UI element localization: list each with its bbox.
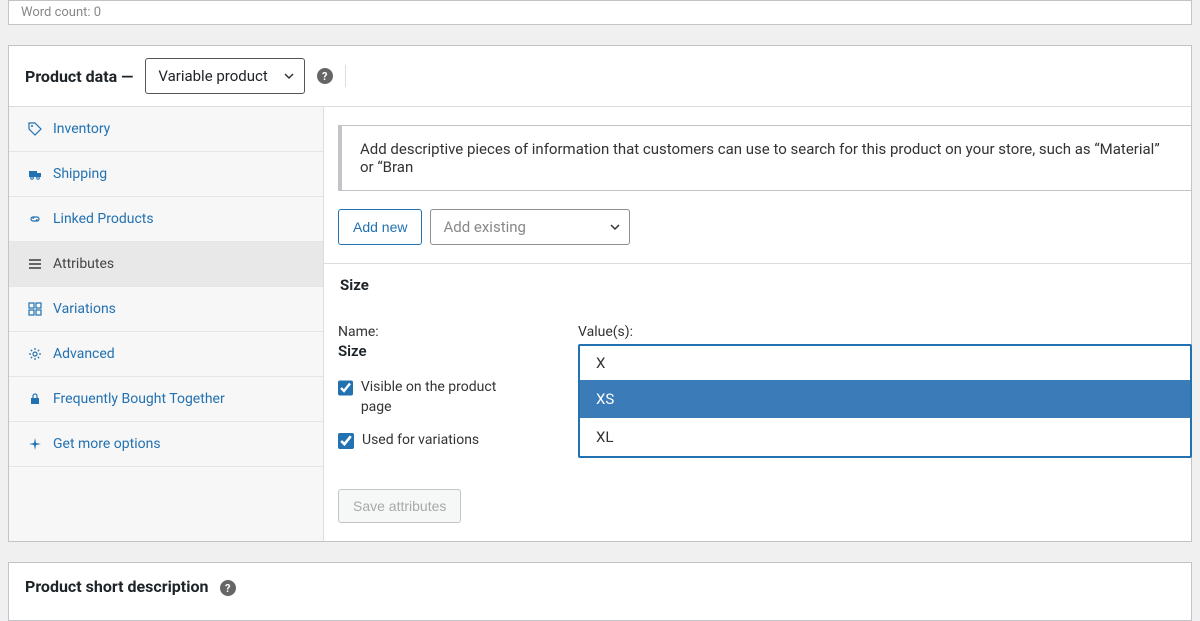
- tab-inventory[interactable]: Inventory: [9, 107, 323, 152]
- attributes-content: Add descriptive pieces of information th…: [324, 107, 1191, 541]
- used-for-variations-row[interactable]: Used for variations: [338, 431, 518, 451]
- tab-get-more-options[interactable]: Get more options: [9, 422, 323, 467]
- side-tabs: Inventory Shipping Linked Products Attri…: [9, 107, 324, 541]
- help-icon[interactable]: ?: [317, 68, 333, 84]
- list-icon: [27, 256, 43, 272]
- tag-icon: [27, 121, 43, 137]
- header-divider: [345, 65, 346, 87]
- truck-icon: [27, 166, 43, 182]
- sparkle-icon: [27, 436, 43, 452]
- used-for-variations-checkbox[interactable]: [338, 433, 354, 449]
- value-search-input[interactable]: X: [580, 346, 1190, 380]
- add-existing-placeholder: Add existing: [443, 210, 609, 244]
- panel-header: Product data — Variable product ?: [9, 46, 1191, 107]
- value-option-xs[interactable]: XS: [580, 380, 1190, 418]
- help-icon[interactable]: ?: [220, 580, 236, 596]
- tab-label: Attributes: [53, 256, 114, 272]
- tab-advanced[interactable]: Advanced: [9, 332, 323, 377]
- panel-body: Inventory Shipping Linked Products Attri…: [9, 107, 1191, 541]
- tab-shipping[interactable]: Shipping: [9, 152, 323, 197]
- used-label: Used for variations: [362, 431, 479, 451]
- values-label: Value(s):: [578, 324, 1191, 340]
- short-description-panel: Product short description ?: [8, 562, 1192, 621]
- tab-attributes[interactable]: Attributes: [9, 242, 323, 287]
- tab-label: Variations: [53, 301, 116, 317]
- chevron-down-icon: [609, 221, 621, 233]
- word-count-bar: Word count: 0: [8, 0, 1192, 25]
- visible-label: Visible on the product page: [361, 378, 518, 417]
- attribute-header[interactable]: Size: [324, 263, 1191, 306]
- tab-variations[interactable]: Variations: [9, 287, 323, 332]
- product-data-panel: Product data — Variable product ? Invent…: [8, 45, 1192, 542]
- notice-text: Add descriptive pieces of information th…: [360, 140, 1160, 176]
- word-count-text: Word count: 0: [21, 5, 101, 20]
- attribute-body: Name: Size Visible on the product page U…: [338, 324, 1191, 465]
- values-dropdown[interactable]: X XS XL: [578, 344, 1192, 458]
- visible-checkbox-row[interactable]: Visible on the product page: [338, 378, 518, 417]
- tab-label: Frequently Bought Together: [53, 391, 225, 407]
- panel-title: Product data —: [25, 67, 133, 86]
- grid-icon: [27, 301, 43, 317]
- link-icon: [27, 211, 43, 227]
- tab-label: Linked Products: [53, 211, 154, 227]
- attribute-name-value: Size: [338, 342, 518, 360]
- attribute-toolbar: Add new Add existing: [338, 209, 1191, 245]
- product-type-value[interactable]: Variable product: [145, 58, 304, 94]
- product-type-select[interactable]: Variable product: [145, 58, 304, 94]
- value-option-xl[interactable]: XL: [580, 418, 1190, 456]
- short-description-title: Product short description: [25, 577, 208, 596]
- info-notice: Add descriptive pieces of information th…: [338, 125, 1192, 191]
- visible-checkbox[interactable]: [338, 380, 353, 396]
- tab-label: Get more options: [53, 436, 161, 452]
- attribute-right-col: Value(s): X XS XL: [578, 324, 1191, 465]
- gear-icon: [27, 346, 43, 362]
- attribute-left-col: Name: Size Visible on the product page U…: [338, 324, 518, 465]
- add-new-button[interactable]: Add new: [338, 209, 422, 245]
- tab-label: Shipping: [53, 166, 107, 182]
- name-label: Name:: [338, 324, 518, 340]
- add-existing-select[interactable]: Add existing: [430, 209, 630, 245]
- lock-icon: [27, 391, 43, 407]
- tab-frequently-bought-together[interactable]: Frequently Bought Together: [9, 377, 323, 422]
- tab-label: Inventory: [53, 121, 110, 137]
- save-attributes-button[interactable]: Save attributes: [338, 489, 461, 523]
- tab-label: Advanced: [53, 346, 115, 362]
- tab-linked-products[interactable]: Linked Products: [9, 197, 323, 242]
